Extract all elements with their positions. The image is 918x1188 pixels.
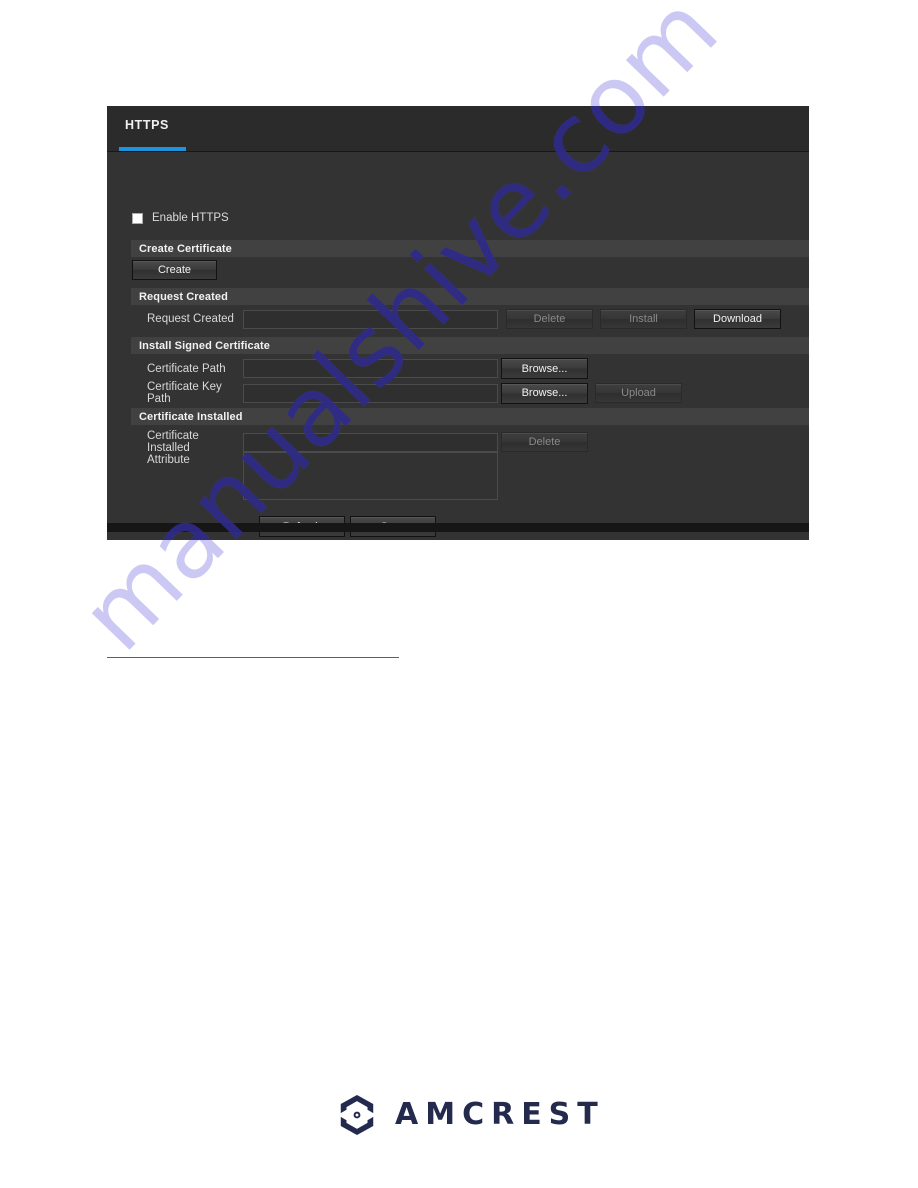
request-created-field[interactable] — [243, 309, 498, 329]
enable-https-label: Enable HTTPS — [152, 212, 229, 224]
browse-certificate-key-path-button[interactable]: Browse... — [501, 382, 588, 404]
section-header-certificate-installed-label: Certificate Installed — [139, 410, 243, 423]
upload-button[interactable]: Upload — [595, 383, 682, 403]
certificate-installed-row: Certificate Installed Delete — [131, 430, 809, 454]
certificate-installed-label: Certificate Installed — [147, 430, 199, 454]
install-button[interactable]: Install — [600, 309, 687, 329]
amcrest-logo: AMCREST — [336, 1093, 605, 1137]
request-created-row: Request Created Delete Install Download — [131, 309, 809, 329]
section-header-request-created: Request Created — [131, 288, 809, 305]
enable-https-checkbox[interactable] — [132, 212, 143, 224]
browse-certificate-path-button[interactable]: Browse... — [501, 358, 588, 379]
tab-https[interactable]: HTTPS — [125, 118, 169, 132]
attribute-label: Attribute — [147, 454, 190, 466]
amcrest-hexagon-icon — [336, 1093, 378, 1137]
certificate-key-path-input[interactable] — [243, 383, 498, 403]
delete-installed-certificate-button[interactable]: Delete — [501, 432, 588, 452]
certificate-path-input[interactable] — [243, 359, 498, 378]
section-header-create-certificate-label: Create Certificate — [139, 242, 232, 255]
enable-https-row[interactable]: Enable HTTPS — [132, 212, 229, 224]
section-header-certificate-installed: Certificate Installed — [131, 408, 809, 425]
certificate-installed-field[interactable] — [243, 432, 498, 452]
certificate-key-path-label: Certificate Key Path — [147, 381, 222, 405]
section-header-request-created-label: Request Created — [139, 290, 228, 303]
section-header-create-certificate: Create Certificate — [131, 240, 809, 257]
attribute-textarea[interactable] — [243, 452, 498, 500]
panel-bottom-strip — [107, 523, 809, 532]
create-certificate-row: Create — [131, 260, 809, 280]
certificate-key-path-row: Certificate Key Path Browse... Upload — [131, 381, 809, 405]
download-button[interactable]: Download — [694, 309, 781, 329]
panel-body: Enable HTTPS Create Certificate Create R… — [107, 152, 809, 537]
amcrest-wordmark: AMCREST — [395, 1097, 605, 1132]
certificate-path-label: Certificate Path — [147, 362, 226, 375]
tab-active-indicator — [119, 147, 186, 151]
section-header-install-signed-certificate: Install Signed Certificate — [131, 337, 809, 354]
create-button[interactable]: Create — [132, 260, 217, 280]
section-header-install-signed-certificate-label: Install Signed Certificate — [139, 339, 270, 352]
delete-request-button[interactable]: Delete — [506, 309, 593, 329]
certificate-path-row: Certificate Path Browse... — [131, 358, 809, 379]
panel-tab-bar: HTTPS — [107, 106, 809, 152]
attribute-row: Attribute — [131, 452, 809, 500]
request-created-label: Request Created — [147, 313, 234, 325]
horizontal-rule — [107, 657, 399, 658]
https-settings-panel: HTTPS Enable HTTPS Create Certificate Cr… — [107, 106, 809, 540]
